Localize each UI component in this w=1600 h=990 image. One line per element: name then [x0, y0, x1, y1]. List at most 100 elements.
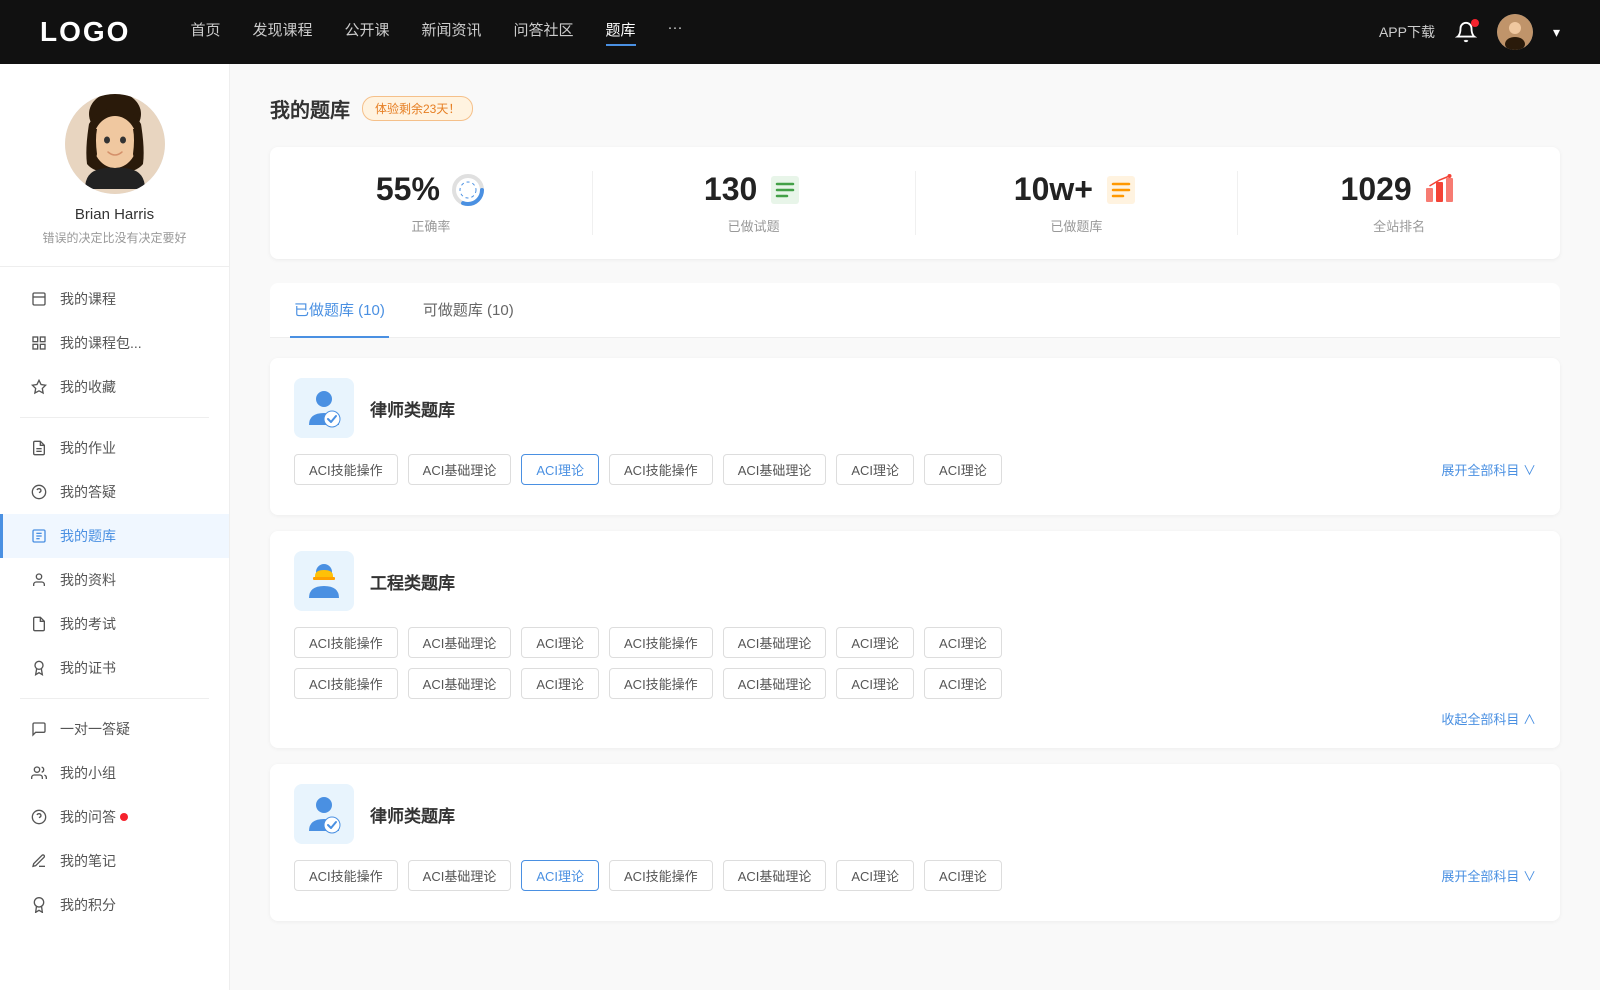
tab-done[interactable]: 已做题库 (10): [290, 283, 389, 338]
sidebar-label-coursepack: 我的课程包...: [60, 333, 142, 353]
bank-section-lawyer-2: 律师类题库 ACI技能操作 ACI基础理论 ACI理论 ACI技能操作 ACI基…: [270, 764, 1560, 921]
nav-news[interactable]: 新闻资讯: [422, 19, 482, 46]
sidebar-item-1on1[interactable]: 一对一答疑: [0, 707, 229, 751]
bank-title-lawyer-1: 律师类题库: [370, 396, 455, 421]
sidebar-item-homework[interactable]: 我的作业: [0, 426, 229, 470]
law2-tag-0[interactable]: ACI技能操作: [294, 860, 398, 891]
sidebar-item-notes[interactable]: 我的笔记: [0, 839, 229, 883]
sidebar-divider-1: [20, 417, 209, 418]
sidebar-item-coursepack[interactable]: 我的课程包...: [0, 321, 229, 365]
expand-link-lawyer-2[interactable]: 展开全部科目 ∨: [1441, 866, 1536, 885]
eng-tag-3[interactable]: ACI技能操作: [609, 627, 713, 658]
expand-link-lawyer-1[interactable]: 展开全部科目 ∨: [1441, 460, 1536, 479]
page-header: 我的题库 体验剩余23天！: [270, 94, 1560, 123]
sidebar-item-profile[interactable]: 我的资料: [0, 558, 229, 602]
bank-tags-engineer-row1: ACI技能操作 ACI基础理论 ACI理论 ACI技能操作 ACI基础理论 AC…: [294, 627, 1536, 658]
sidebar-label-myqa: 我的问答: [60, 807, 116, 827]
sidebar-label-points: 我的积分: [60, 895, 116, 915]
notification-bell[interactable]: [1455, 21, 1477, 43]
eng-tag-5[interactable]: ACI理论: [836, 627, 914, 658]
sidebar-label-1on1: 一对一答疑: [60, 719, 130, 739]
nav-discover[interactable]: 发现课程: [252, 19, 312, 46]
sidebar-item-certificate[interactable]: 我的证书: [0, 646, 229, 690]
stat-done-questions-number: 130: [704, 171, 757, 208]
sidebar-label-qa: 我的答疑: [60, 482, 116, 502]
stat-accuracy-number: 55%: [376, 171, 440, 208]
tag-1[interactable]: ACI基础理论: [408, 454, 512, 485]
tab-available[interactable]: 可做题库 (10): [419, 283, 518, 338]
tag-0[interactable]: ACI技能操作: [294, 454, 398, 485]
law2-tag-5[interactable]: ACI理论: [836, 860, 914, 891]
nav-opencourse[interactable]: 公开课: [344, 19, 389, 46]
user-avatar[interactable]: [1497, 14, 1533, 50]
tag-2[interactable]: ACI理论: [521, 454, 599, 485]
user-dropdown-arrow[interactable]: ▾: [1553, 24, 1560, 41]
law2-tag-6[interactable]: ACI理论: [924, 860, 1002, 891]
bank-tags-lawyer-2: ACI技能操作 ACI基础理论 ACI理论 ACI技能操作 ACI基础理论 AC…: [294, 860, 1536, 891]
sidebar-item-myqa[interactable]: 我的问答: [0, 795, 229, 839]
notes-icon: [30, 852, 48, 870]
stat-done-questions-label: 已做试题: [728, 216, 780, 235]
law2-tag-3[interactable]: ACI技能操作: [609, 860, 713, 891]
stat-done-questions: 130 已做试题: [593, 171, 916, 235]
logo[interactable]: LOGO: [40, 16, 130, 48]
bank-header-lawyer-2: 律师类题库: [294, 784, 1536, 844]
profile-motto: 错误的决定比没有决定要好: [20, 229, 209, 246]
law2-tag-1[interactable]: ACI基础理论: [408, 860, 512, 891]
eng-tag-6[interactable]: ACI理论: [924, 627, 1002, 658]
tag-5[interactable]: ACI理论: [836, 454, 914, 485]
eng-tag-r2-4[interactable]: ACI基础理论: [723, 668, 827, 699]
eng-tag-r2-1[interactable]: ACI基础理论: [408, 668, 512, 699]
stat-done-banks: 10w+ 已做题库: [916, 171, 1239, 235]
eng-tag-r2-6[interactable]: ACI理论: [924, 668, 1002, 699]
profile-name: Brian Harris: [20, 206, 209, 223]
nav-more[interactable]: ···: [668, 19, 683, 46]
1on1-icon: [30, 720, 48, 738]
eng-tag-r2-0[interactable]: ACI技能操作: [294, 668, 398, 699]
nav-testbank[interactable]: 题库: [606, 19, 636, 46]
tag-6[interactable]: ACI理论: [924, 454, 1002, 485]
points-icon: [30, 896, 48, 914]
bank-tabs: 已做题库 (10) 可做题库 (10): [270, 283, 1560, 338]
page-title: 我的题库: [270, 94, 350, 123]
eng-tag-1[interactable]: ACI基础理论: [408, 627, 512, 658]
bank-header-lawyer-1: 律师类题库: [294, 378, 1536, 438]
sidebar-item-favorite[interactable]: 我的收藏: [0, 365, 229, 409]
nav-qa[interactable]: 问答社区: [514, 19, 574, 46]
bank-tags-engineer-row2: ACI技能操作 ACI基础理论 ACI理论 ACI技能操作 ACI基础理论 AC…: [294, 668, 1536, 699]
app-download-btn[interactable]: APP下载: [1379, 22, 1435, 42]
eng-tag-r2-5[interactable]: ACI理论: [836, 668, 914, 699]
stat-accuracy: 55% 正确率: [270, 171, 593, 235]
stat-rank: 1029 全站排名: [1238, 171, 1560, 235]
bank-title-lawyer-2: 律师类题库: [370, 802, 455, 827]
navbar-right: APP下载 ▾: [1379, 14, 1560, 50]
nav-menu: 首页 发现课程 公开课 新闻资讯 问答社区 题库 ···: [190, 19, 1379, 46]
eng-tag-4[interactable]: ACI基础理论: [723, 627, 827, 658]
nav-home[interactable]: 首页: [190, 19, 220, 46]
sidebar-item-points[interactable]: 我的积分: [0, 883, 229, 927]
sidebar: Brian Harris 错误的决定比没有决定要好 我的课程 我的课程包...: [0, 64, 230, 990]
stat-done-banks-label: 已做题库: [1050, 216, 1102, 235]
sidebar-item-testbank[interactable]: 我的题库: [0, 514, 229, 558]
sidebar-item-exam[interactable]: 我的考试: [0, 602, 229, 646]
eng-tag-0[interactable]: ACI技能操作: [294, 627, 398, 658]
collapse-link-engineer[interactable]: 收起全部科目 ∧: [294, 709, 1536, 728]
law2-tag-4[interactable]: ACI基础理论: [723, 860, 827, 891]
myqa-icon: [30, 808, 48, 826]
eng-tag-r2-3[interactable]: ACI技能操作: [609, 668, 713, 699]
bank-section-engineer: 工程类题库 ACI技能操作 ACI基础理论 ACI理论 ACI技能操作 ACI基…: [270, 531, 1560, 748]
eng-tag-r2-2[interactable]: ACI理论: [521, 668, 599, 699]
tag-4[interactable]: ACI基础理论: [723, 454, 827, 485]
stat-rank-label: 全站排名: [1373, 216, 1425, 235]
sidebar-item-group[interactable]: 我的小组: [0, 751, 229, 795]
eng-tag-2[interactable]: ACI理论: [521, 627, 599, 658]
bank-title-engineer: 工程类题库: [370, 569, 455, 594]
tag-3[interactable]: ACI技能操作: [609, 454, 713, 485]
sidebar-item-course[interactable]: 我的课程: [0, 277, 229, 321]
sidebar-item-qa[interactable]: 我的答疑: [0, 470, 229, 514]
main-content: 我的题库 体验剩余23天！ 55% 正确率: [230, 64, 1600, 990]
law2-tag-2[interactable]: ACI理论: [521, 860, 599, 891]
stat-rank-top: 1029: [1341, 171, 1458, 208]
sidebar-label-profile: 我的资料: [60, 570, 116, 590]
sidebar-profile: Brian Harris 错误的决定比没有决定要好: [0, 94, 229, 267]
